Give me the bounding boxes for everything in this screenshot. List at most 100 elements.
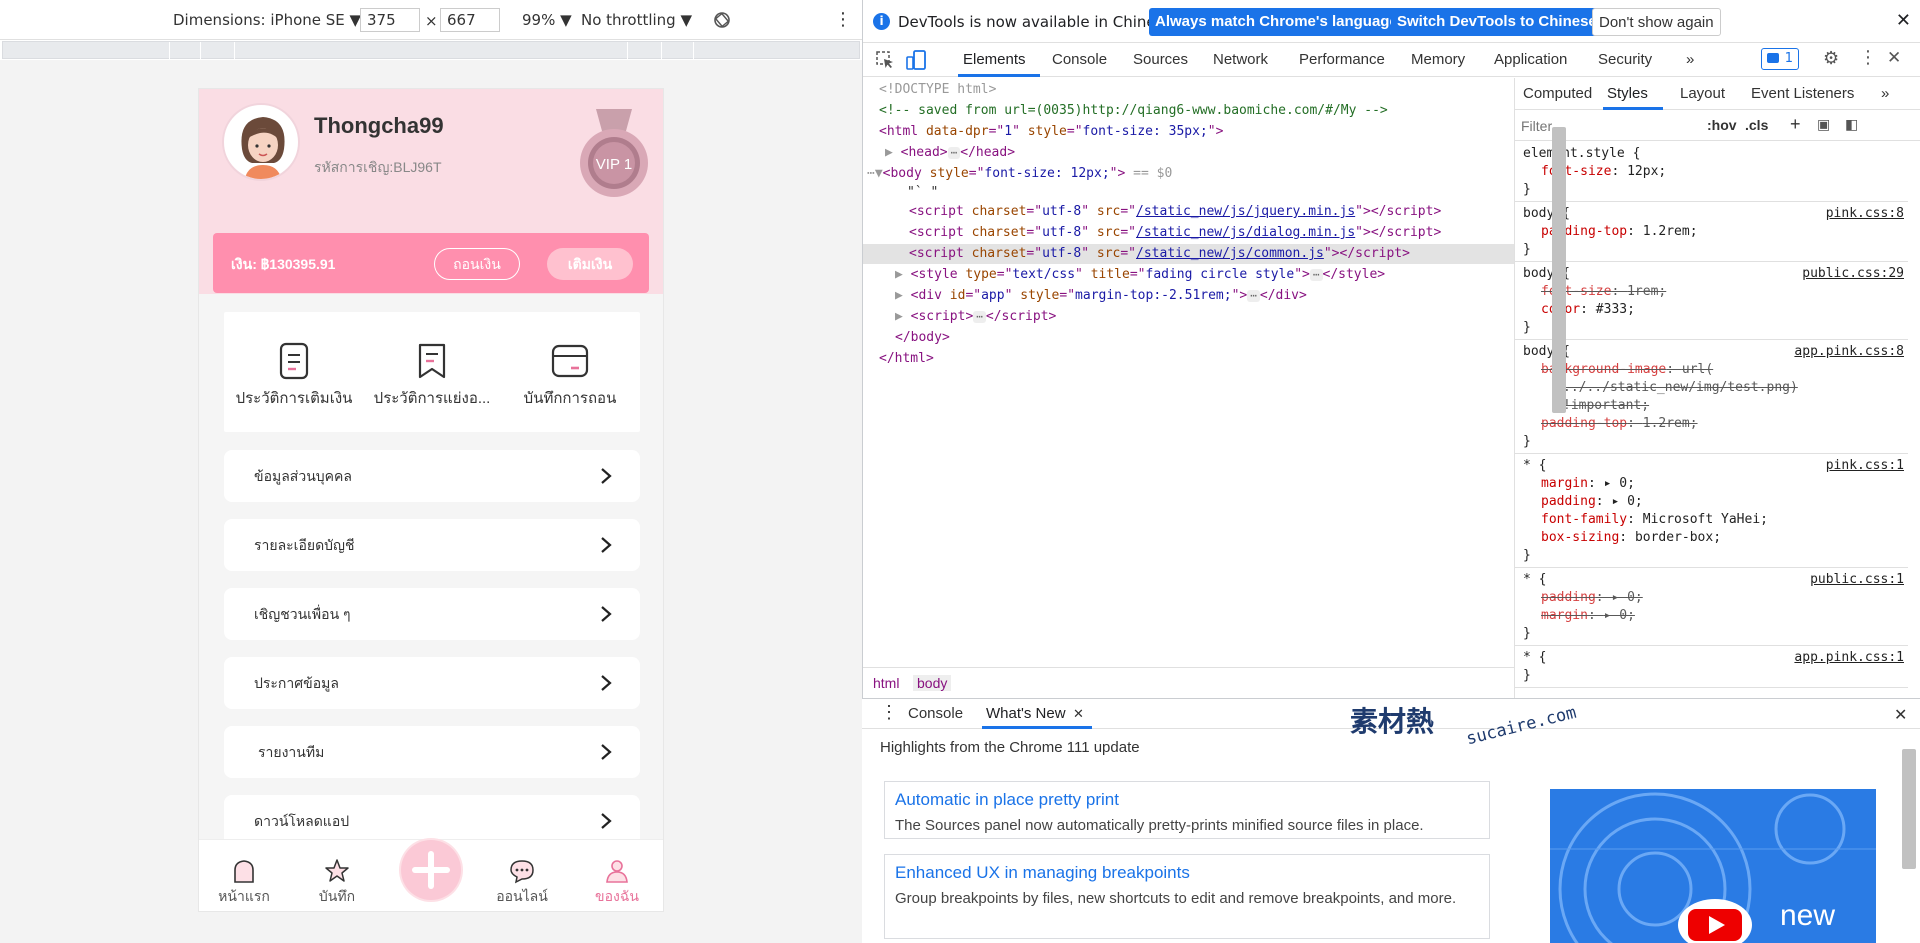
rule-source-link[interactable]: pink.css:8 — [1826, 206, 1904, 221]
body-node[interactable]: ⋯▼<body style="font-size: 12px;"> == $0 — [867, 164, 1172, 184]
center-plus-button[interactable] — [399, 838, 463, 902]
tab-application[interactable]: Application — [1494, 51, 1567, 68]
feature-card[interactable]: Automatic in place pretty print The Sour… — [884, 781, 1490, 839]
script-jquery-node[interactable]: <script charset="utf-8" src="/static_new… — [909, 202, 1441, 222]
tab-memory[interactable]: Memory — [1411, 51, 1465, 68]
tab-elements[interactable]: Elements — [963, 51, 1026, 68]
script-dialog-node[interactable]: <script charset="utf-8" src="/static_new… — [909, 223, 1441, 243]
body-close-node[interactable]: </body> — [895, 328, 950, 348]
tab-event-listeners[interactable]: Event Listeners — [1751, 85, 1854, 102]
style-rule[interactable]: body {public.css:29font-size: 1rem;color… — [1515, 262, 1908, 340]
tab-records[interactable]: บันทึก — [297, 858, 377, 908]
dont-show-again-button[interactable]: Don't show again — [1592, 8, 1721, 36]
rotate-icon[interactable] — [712, 10, 732, 34]
tab-performance[interactable]: Performance — [1299, 51, 1385, 68]
chrome-update-video-thumbnail[interactable]: new — [1550, 789, 1876, 943]
tab-security[interactable]: Security — [1598, 51, 1652, 68]
close-devtools-icon[interactable]: ✕ — [1887, 48, 1901, 68]
style-property[interactable]: box-sizing: border-box; — [1541, 529, 1721, 547]
tab-sources[interactable]: Sources — [1133, 51, 1188, 68]
style-property[interactable]: margin: ▸ 0; — [1541, 475, 1635, 493]
match-language-button[interactable]: Always match Chrome's language — [1149, 8, 1404, 36]
style-rule[interactable]: element.style {font-size: 12px;} — [1515, 142, 1908, 202]
close-tab-icon[interactable]: ✕ — [1073, 706, 1084, 722]
rule-source-link[interactable]: pink.css:1 — [1826, 458, 1904, 473]
withdraw-button[interactable]: ถอนเงิน — [434, 248, 520, 280]
inspect-icon[interactable] — [875, 50, 895, 74]
throttling-selector[interactable]: No throttling ▼ — [581, 11, 692, 29]
style-rule[interactable]: body {pink.css:8 padding-top: 1.2rem;} — [1515, 202, 1908, 262]
menu-account-details[interactable]: รายละเอียดบัญชี — [224, 519, 640, 571]
device-selector[interactable]: Dimensions: iPhone SE ▼ — [173, 11, 361, 29]
comment-node[interactable]: <!-- saved from url=(0035)http://qiang6-… — [879, 101, 1388, 121]
switch-chinese-button[interactable]: Switch DevTools to Chinese — [1391, 8, 1603, 36]
toggle-sidebar-icon[interactable]: ◧ — [1845, 116, 1858, 133]
style-property[interactable]: padding: ▸ 0; — [1541, 589, 1643, 607]
tab-computed[interactable]: Computed — [1523, 85, 1592, 102]
rule-source-link[interactable]: app.pink.css:8 — [1794, 344, 1904, 359]
more-options-icon[interactable]: ⋮ — [834, 9, 852, 30]
doctype-node[interactable]: <!DOCTYPE html> — [879, 80, 996, 100]
styles-scrollbar[interactable] — [1552, 127, 1566, 413]
deposit-history-item[interactable]: ประวัติการเติมเงิน — [224, 342, 364, 410]
close-icon[interactable]: ✕ — [1896, 10, 1911, 31]
rule-source-link[interactable]: public.css:1 — [1810, 572, 1904, 587]
html-node[interactable]: <html data-dpr="1" style="font-size: 35p… — [879, 122, 1223, 142]
rule-source-link[interactable]: public.css:29 — [1802, 266, 1904, 281]
drawer-menu-icon[interactable]: ⋮ — [880, 702, 898, 723]
menu-team-report[interactable]: รายงานทีม — [224, 726, 640, 778]
style-rule[interactable]: * {pink.css:1 margin: ▸ 0; padding: ▸ 0; fo… — [1515, 454, 1908, 568]
drawer-tab-whats-new[interactable]: What's New — [986, 705, 1066, 722]
feature-title[interactable]: Enhanced UX in managing breakpoints — [895, 863, 1190, 883]
app-div-node[interactable]: ▶ <div id="app" style="margin-top:-2.51r… — [895, 286, 1307, 306]
color-format-icon[interactable]: ▣ — [1817, 116, 1830, 133]
script-node[interactable]: ▶ <script> ⋯ </script> — [895, 307, 1056, 327]
style-property[interactable]: padding: ▸ 0; — [1541, 493, 1643, 511]
rule-source-link[interactable]: app.pink.css:1 — [1794, 650, 1904, 665]
styles-filter-input[interactable] — [1521, 115, 1691, 137]
script-common-node[interactable]: <script charset="utf-8" src="/static_new… — [909, 244, 1410, 264]
device-height-input[interactable] — [440, 8, 500, 32]
breadcrumb-body[interactable]: body — [913, 675, 952, 691]
style-property[interactable]: !important; — [1563, 397, 1649, 415]
tab-home[interactable]: หน้าแรก — [204, 858, 284, 908]
grab-history-item[interactable]: ประวัติการแย่งอ... — [362, 342, 502, 410]
class-toggle[interactable]: .cls — [1745, 117, 1768, 133]
style-node[interactable]: ▶ <style type="text/css" title="fading c… — [895, 265, 1385, 285]
html-close-node[interactable]: </html> — [879, 349, 934, 369]
deposit-button[interactable]: เติมเงิน — [547, 248, 633, 280]
new-rule-icon[interactable]: + — [1790, 114, 1801, 135]
style-rule[interactable]: * {app.pink.css:1} — [1515, 646, 1908, 688]
settings-gear-icon[interactable]: ⚙ — [1823, 48, 1839, 69]
withdraw-record-item[interactable]: บันทึกการถอน — [500, 342, 640, 410]
head-node[interactable]: ▶ <head> ⋯ </head> — [885, 143, 1015, 163]
more-tabs-button[interactable]: » — [1686, 51, 1694, 68]
style-property[interactable]: font-family: Microsoft YaHei; — [1541, 511, 1768, 529]
devtools-menu-icon[interactable]: ⋮ — [1859, 47, 1877, 68]
style-property[interactable]: padding-top: 1.2rem; — [1541, 415, 1698, 433]
style-rule[interactable]: * {public.css:1 padding: ▸ 0; margin: ▸ 0;… — [1515, 568, 1908, 646]
style-property[interactable]: background-image: url( — [1541, 361, 1713, 379]
tab-styles[interactable]: Styles — [1607, 85, 1648, 102]
tab-console[interactable]: Console — [1052, 51, 1107, 68]
feature-card[interactable]: Enhanced UX in managing breakpoints Grou… — [884, 854, 1490, 939]
hover-state-toggle[interactable]: :hov — [1707, 117, 1737, 133]
text-node[interactable]: "` " — [907, 183, 938, 203]
zoom-selector[interactable]: 99% ▼ — [522, 11, 572, 29]
device-mode-icon[interactable] — [905, 49, 927, 75]
drawer-scrollbar[interactable] — [1902, 749, 1916, 869]
tab-network[interactable]: Network — [1213, 51, 1268, 68]
menu-announcements[interactable]: ประกาศข้อมูล — [224, 657, 640, 709]
breadcrumb-html[interactable]: html — [869, 675, 903, 691]
more-panes-button[interactable]: » — [1881, 85, 1889, 102]
feature-title[interactable]: Automatic in place pretty print — [895, 790, 1119, 810]
style-property[interactable]: margin: ▸ 0; — [1541, 607, 1635, 625]
drawer-tab-console[interactable]: Console — [908, 705, 963, 722]
device-width-input[interactable] — [360, 8, 420, 32]
menu-personal-info[interactable]: ข้อมูลส่วนบุคคล — [224, 450, 640, 502]
play-button-icon[interactable] — [1678, 899, 1752, 943]
style-rule[interactable]: body {app.pink.css:8 background-image: ur… — [1515, 340, 1908, 454]
tab-layout[interactable]: Layout — [1680, 85, 1725, 102]
menu-invite-friends[interactable]: เชิญชวนเพื่อน ๆ — [224, 588, 640, 640]
style-property[interactable]: ../../static_new/img/test.png) — [1563, 379, 1798, 397]
